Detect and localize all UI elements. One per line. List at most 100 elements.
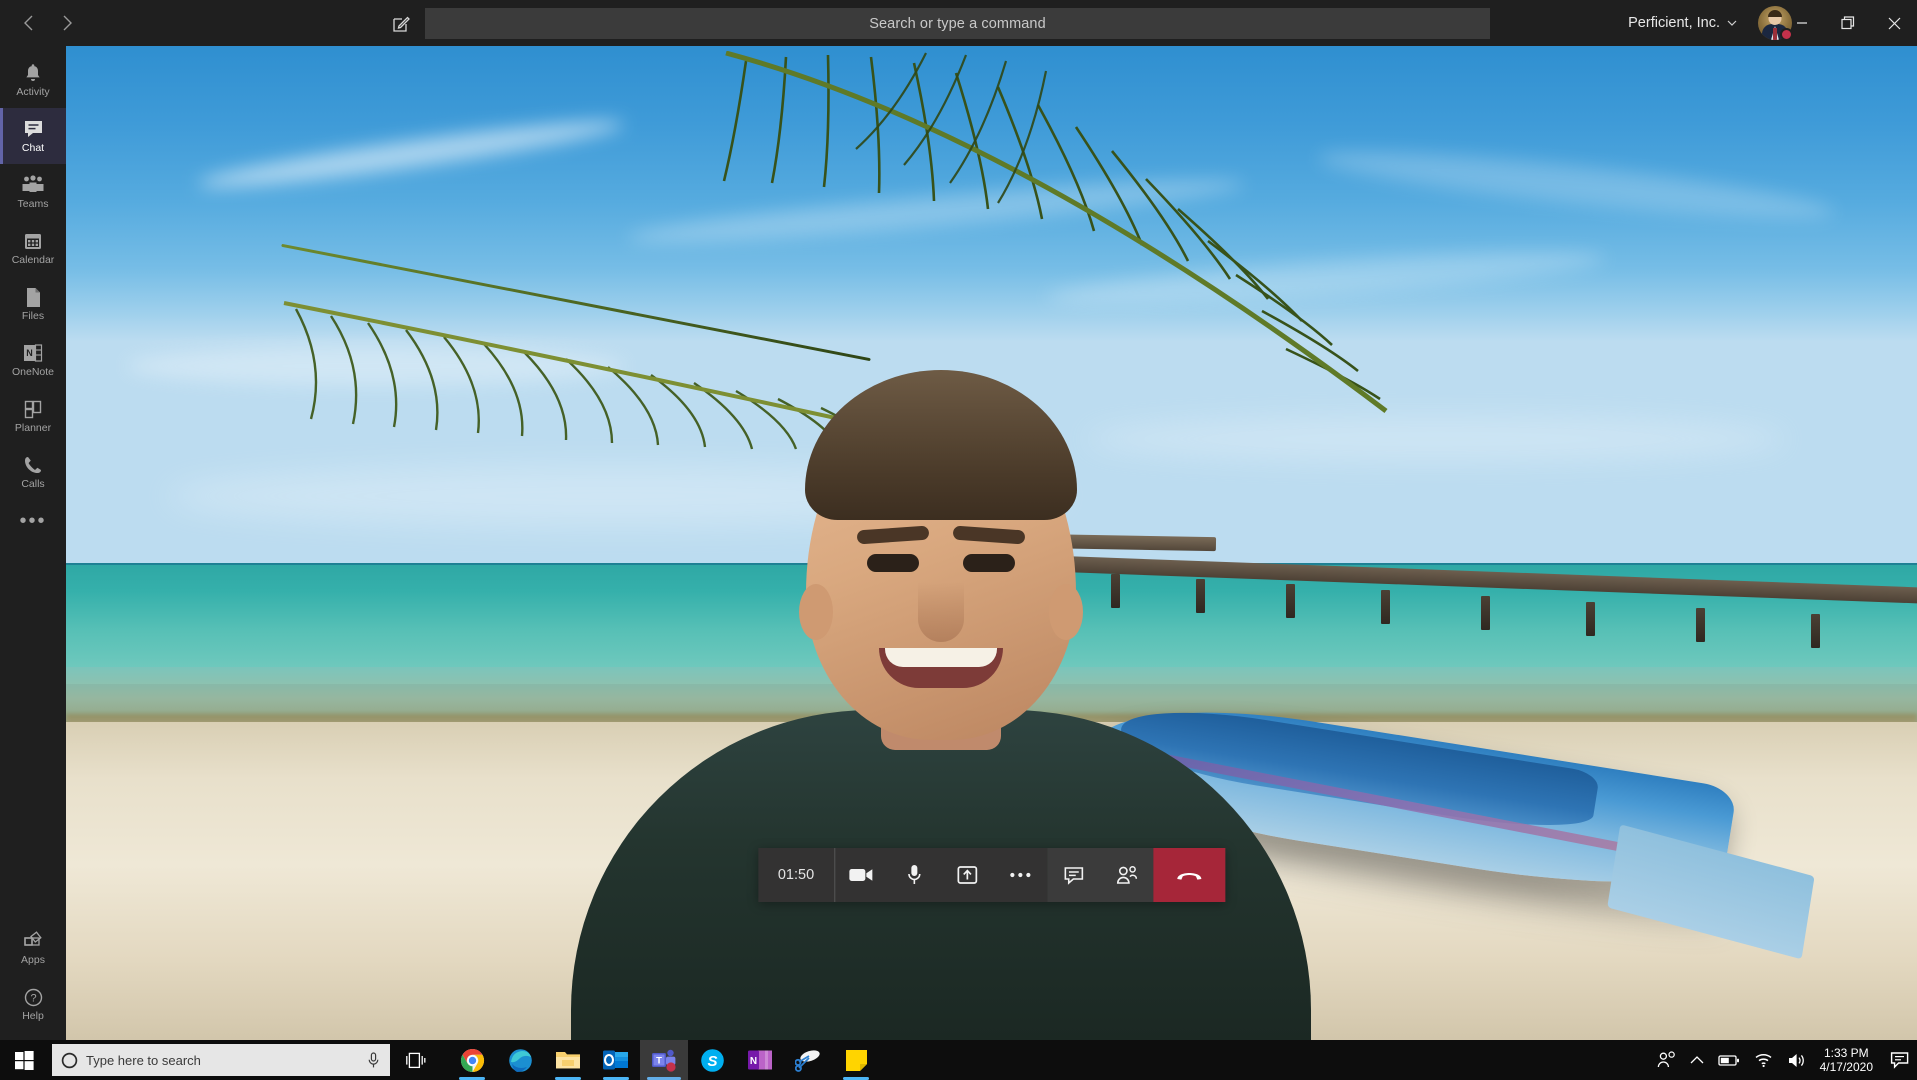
task-view-icon (406, 1052, 426, 1068)
start-button[interactable] (0, 1040, 48, 1080)
titlebar: Search or type a command Perficient, Inc… (0, 0, 1917, 46)
back-button[interactable] (10, 6, 48, 40)
taskbar-search-input[interactable]: Type here to search (52, 1044, 390, 1076)
phone-icon (23, 454, 43, 476)
taskbar-app-chrome[interactable] (448, 1040, 496, 1080)
share-screen-icon (957, 866, 978, 884)
search-placeholder: Search or type a command (869, 15, 1046, 32)
outlook-icon (603, 1050, 628, 1070)
call-primary-controls (835, 848, 1048, 902)
system-tray: 1:33 PM 4/17/2020 (1650, 1040, 1917, 1080)
svg-text:N: N (26, 348, 33, 358)
sidebar-item-label: Activity (16, 86, 50, 98)
calendar-icon (23, 230, 43, 252)
taskbar-app-file-explorer[interactable] (544, 1040, 592, 1080)
sidebar-item-apps[interactable]: Apps (0, 920, 66, 976)
snip-sketch-icon (795, 1050, 820, 1072)
app-rail: Activity Chat Teams Calendar Files N One… (0, 46, 66, 1040)
taskbar-app-teams[interactable]: T (640, 1040, 688, 1080)
sidebar-item-activity[interactable]: Activity (0, 52, 66, 108)
phone-hangup-icon (1177, 873, 1202, 880)
minimize-button[interactable] (1779, 0, 1825, 46)
sidebar-item-teams[interactable]: Teams (0, 164, 66, 220)
self-video-feed[interactable]: 01:50 (66, 46, 1917, 1040)
svg-text:T: T (656, 1055, 662, 1066)
taskbar-app-snip-sketch[interactable] (784, 1040, 832, 1080)
call-timer: 01:50 (757, 848, 836, 902)
more-options-icon (1010, 872, 1031, 878)
window-controls (1779, 0, 1917, 46)
planner-icon (23, 398, 44, 420)
cortana-circle-icon (52, 1052, 86, 1069)
taskbar-app-edge[interactable] (496, 1040, 544, 1080)
sidebar-item-label: Apps (21, 954, 45, 966)
close-button[interactable] (1871, 0, 1917, 46)
org-switcher[interactable]: Perficient, Inc. (1628, 0, 1737, 46)
taskbar-app-skype[interactable]: S (688, 1040, 736, 1080)
show-hidden-icons-button[interactable] (1683, 1040, 1711, 1080)
wifi-icon[interactable] (1747, 1040, 1780, 1080)
chevron-down-icon (1727, 20, 1737, 26)
taskbar-app-onenote[interactable]: N (736, 1040, 784, 1080)
chevron-up-icon (1690, 1056, 1704, 1064)
sidebar-item-planner[interactable]: Planner (0, 388, 66, 444)
windows-logo-icon (14, 1050, 34, 1070)
action-center-icon[interactable] (1883, 1040, 1917, 1080)
call-secondary-controls (1047, 848, 1154, 902)
skype-icon: S (700, 1048, 724, 1072)
file-explorer-icon (556, 1052, 580, 1069)
sidebar-item-onenote[interactable]: N OneNote (0, 332, 66, 388)
teams-video-call-window: Search or type a command Perficient, Inc… (0, 0, 1917, 1080)
forward-button[interactable] (48, 6, 86, 40)
sidebar-item-label: Teams (17, 198, 49, 210)
sidebar-item-label: Help (22, 1010, 44, 1022)
sidebar-item-calendar[interactable]: Calendar (0, 220, 66, 276)
share-button[interactable] (941, 848, 994, 902)
clock[interactable]: 1:33 PM 4/17/2020 (1814, 1040, 1883, 1080)
sticky-notes-icon (845, 1049, 867, 1071)
sidebar-item-files[interactable]: Files (0, 276, 66, 332)
onenote-icon: N (22, 342, 44, 364)
taskbar-search-placeholder: Type here to search (86, 1052, 201, 1068)
windows-taskbar: Type here to search T S N 1:33 PM 4/17/2… (0, 1040, 1917, 1080)
apps-grid-icon (23, 930, 44, 952)
sidebar-item-label: Files (21, 310, 45, 322)
participants-button[interactable] (1100, 848, 1153, 902)
sidebar-item-help[interactable]: ? Help (0, 976, 66, 1032)
hangup-button[interactable] (1153, 848, 1226, 902)
svg-text:S: S (707, 1053, 717, 1070)
svg-text:N: N (749, 1056, 756, 1067)
taskbar-app-outlook[interactable] (592, 1040, 640, 1080)
microphone-icon (908, 865, 921, 884)
sidebar-item-chat[interactable]: Chat (0, 108, 66, 164)
search-input[interactable]: Search or type a command (425, 8, 1490, 39)
camera-button[interactable] (835, 848, 888, 902)
microphone-icon[interactable] (356, 1051, 390, 1069)
mic-button[interactable] (888, 848, 941, 902)
sidebar-item-label: Chat (21, 142, 45, 154)
sidebar-item-calls[interactable]: Calls (0, 444, 66, 500)
meet-now-person-icon[interactable] (1650, 1040, 1683, 1080)
maximize-button[interactable] (1825, 0, 1871, 46)
battery-icon[interactable] (1711, 1040, 1747, 1080)
taskbar-app-sticky-notes[interactable] (832, 1040, 880, 1080)
rail-bottom-group: Apps ? Help (0, 920, 66, 1032)
more-apps-button[interactable]: ••• (0, 500, 66, 542)
volume-icon[interactable] (1780, 1040, 1814, 1080)
more-button[interactable] (994, 848, 1047, 902)
edge-icon (508, 1048, 532, 1072)
svg-text:?: ? (30, 992, 36, 1004)
chat-button[interactable] (1047, 848, 1100, 902)
sidebar-item-label: Calls (21, 478, 45, 490)
chat-bubble-icon (1064, 866, 1083, 885)
camera-icon (849, 869, 873, 881)
org-name-label: Perficient, Inc. (1628, 15, 1720, 31)
task-view-button[interactable] (392, 1040, 440, 1080)
teams-people-icon (21, 174, 45, 196)
help-question-icon: ? (23, 986, 44, 1008)
compose-pencil-icon[interactable] (385, 7, 417, 39)
teams-icon: T (652, 1049, 676, 1072)
bell-icon (23, 62, 43, 84)
sidebar-item-label: Planner (14, 422, 52, 434)
files-page-icon (25, 286, 42, 308)
